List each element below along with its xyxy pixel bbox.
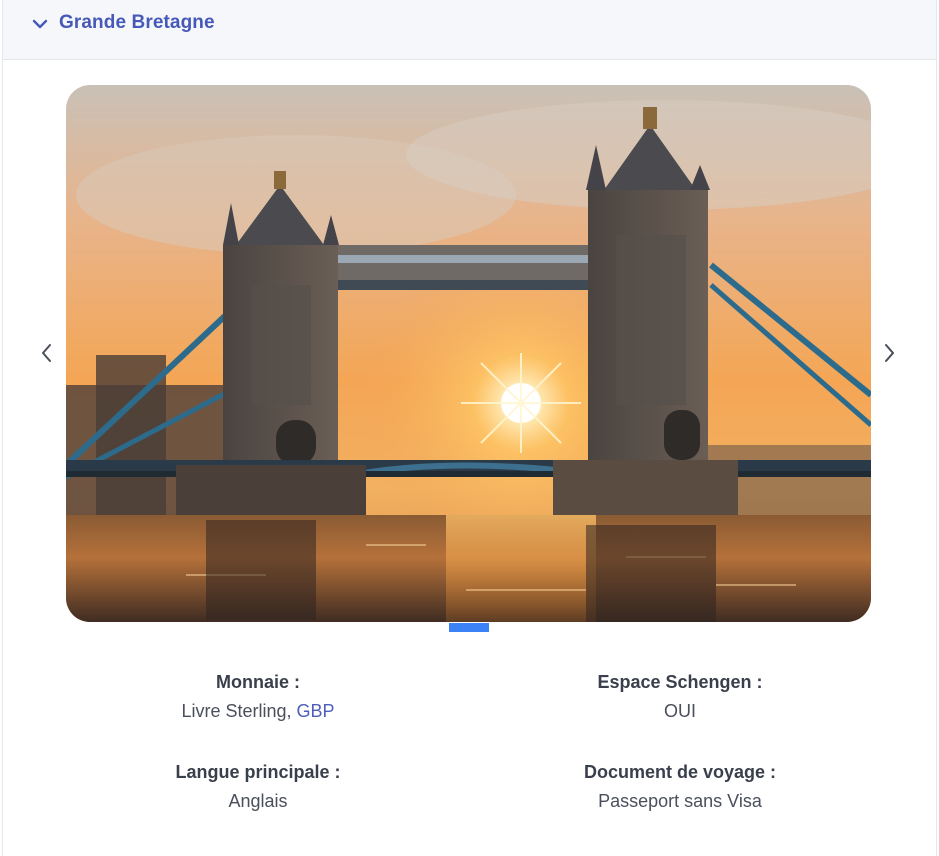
travel-document-value: Passeport sans Visa [598, 791, 762, 811]
accordion-title: Grande Bretagne [59, 12, 215, 33]
tower-bridge-image [66, 85, 871, 622]
chevron-right-icon [878, 344, 902, 372]
info-schengen: Espace Schengen : OUI [470, 672, 890, 722]
language-value: Anglais [228, 791, 288, 811]
currency-name: Livre Sterling, [181, 701, 292, 721]
info-language: Langue principale : Anglais [48, 762, 468, 812]
info-currency: Monnaie : Livre Sterling, GBP [48, 672, 468, 722]
carousel-prev-button[interactable] [34, 338, 58, 368]
carousel-slide-image [66, 85, 871, 622]
currency-label: Monnaie : [216, 672, 300, 692]
currency-code-link[interactable]: GBP [297, 701, 335, 721]
carousel-next-button[interactable] [878, 338, 902, 368]
schengen-value: OUI [663, 701, 696, 721]
accordion-header[interactable]: Grande Bretagne [3, 0, 936, 60]
schengen-label: Espace Schengen : [597, 672, 763, 692]
carousel-indicator-active[interactable] [449, 623, 489, 632]
currency-value: Livre Sterling, GBP [48, 701, 468, 722]
chevron-down-icon [31, 15, 49, 33]
travel-document-label: Document de voyage : [583, 762, 777, 782]
info-travel-document: Document de voyage : Passeport sans Visa [470, 762, 890, 812]
chevron-left-icon [34, 344, 58, 372]
language-label: Langue principale : [175, 762, 341, 782]
